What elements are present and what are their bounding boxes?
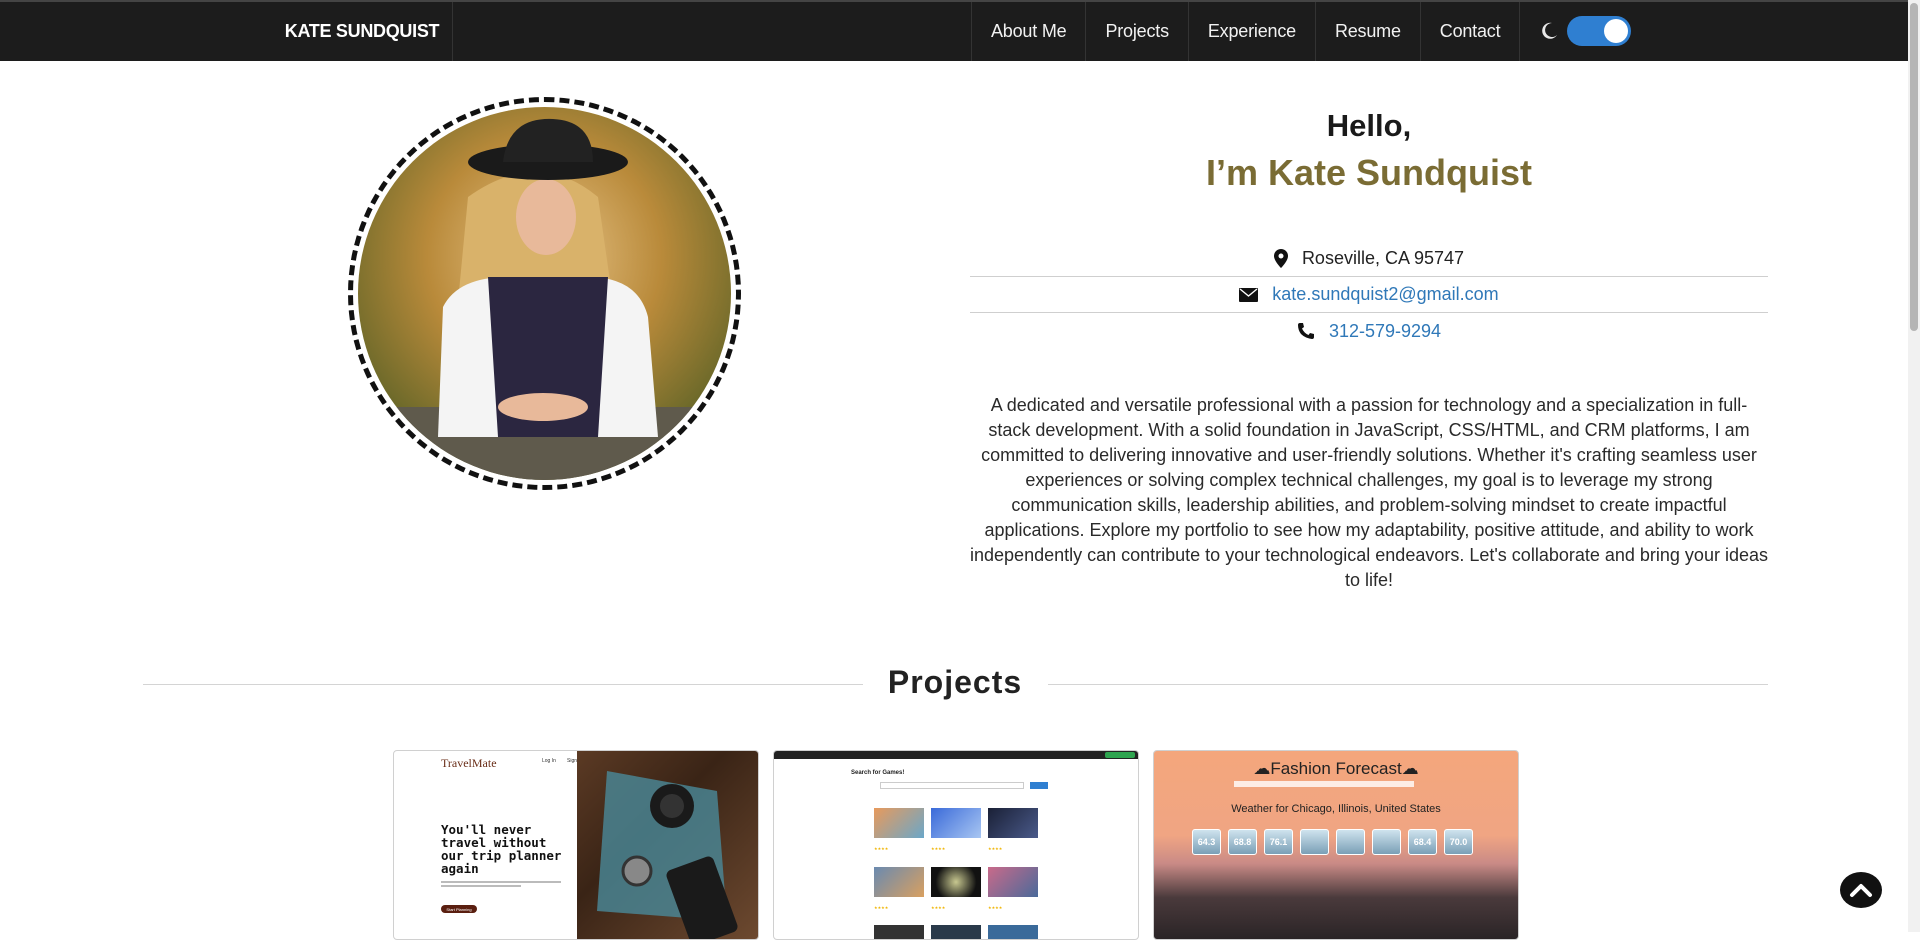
- game-tile: [988, 867, 1038, 897]
- back-to-top-button[interactable]: [1840, 872, 1882, 908]
- forecast-day: [1336, 829, 1365, 855]
- navbar: KATE SUNDQUIST About Me Projects Experie…: [0, 0, 1908, 61]
- projects-heading: Projects: [887, 664, 1023, 700]
- card-headline: You'll never travel without our trip pla…: [441, 822, 562, 876]
- contact-info: Roseville, CA 95747 kate.sundquist2@gmai…: [970, 241, 1768, 349]
- card-button: Start Planning: [441, 905, 477, 913]
- forecast-day: [1372, 829, 1401, 855]
- nav-link-about[interactable]: About Me: [971, 2, 1085, 61]
- game-tile: [988, 925, 1038, 939]
- card-screenshot: [577, 751, 758, 939]
- rating-stars: ★★★★: [931, 846, 946, 851]
- contact-location: Roseville, CA 95747: [970, 241, 1768, 277]
- bio-paragraph: A dedicated and versatile professional w…: [970, 395, 1768, 590]
- forecast-day: 68.4: [1408, 829, 1437, 855]
- rating-stars: ★★★★: [874, 905, 889, 910]
- location-text: Roseville, CA 95747: [1301, 248, 1465, 268]
- email-link[interactable]: kate.sundquist2@gmail.com: [1272, 284, 1498, 305]
- brand-logo[interactable]: KATE SUNDQUIST: [272, 2, 453, 61]
- forecast-day: 76.1: [1264, 829, 1293, 855]
- forecast-day: 70.0: [1444, 829, 1473, 855]
- card-topbar: [774, 751, 1138, 759]
- game-tile: [931, 867, 981, 897]
- card-topbar-button: [1105, 752, 1135, 758]
- card-title-text: Fashion Forecast: [1270, 759, 1402, 778]
- contact-phone: 312-579-9294: [970, 313, 1768, 349]
- forecast-day: 68.8: [1228, 829, 1257, 855]
- phone-icon: [1297, 323, 1314, 339]
- game-tile: [931, 808, 981, 838]
- toggle-knob: [1604, 19, 1628, 43]
- rating-stars: ★★★★: [931, 905, 946, 910]
- nav-link-contact[interactable]: Contact: [1419, 2, 1521, 61]
- game-tile: [874, 925, 924, 939]
- map-marker-icon: [1273, 249, 1288, 268]
- card-search-button: [1030, 782, 1048, 789]
- envelope-icon: [1239, 287, 1259, 302]
- hero-name: I’m Kate Sundquist: [1205, 152, 1533, 193]
- card-title: ☁Fashion Forecast☁: [1253, 759, 1419, 778]
- project-card-game-search[interactable]: Search for Games! ★★★★ ★★★★ ★★★★ ★★★★ ★★…: [773, 750, 1139, 940]
- phone-link[interactable]: 312-579-9294: [1329, 321, 1441, 342]
- card-title: Search for Games!: [851, 770, 905, 776]
- card-search-bar: [880, 782, 1024, 789]
- section-divider-left: [143, 684, 863, 685]
- nav-link-projects[interactable]: Projects: [1085, 2, 1187, 61]
- dark-mode-toggle[interactable]: [1567, 16, 1631, 46]
- nav-link-experience[interactable]: Experience: [1187, 2, 1315, 61]
- rating-stars: ★★★★: [988, 846, 1003, 851]
- nav-link-resume[interactable]: Resume: [1314, 2, 1420, 61]
- project-card-travelmate[interactable]: TravelMate Log In Sign Up You'll never t…: [393, 750, 759, 940]
- section-divider-right: [1048, 684, 1768, 685]
- card-subtitle: Weather for Chicago, Illinois, United St…: [1231, 803, 1441, 815]
- card-logo: TravelMate: [441, 756, 497, 770]
- forecast-day: 64.3: [1192, 829, 1221, 855]
- forecast-day: [1300, 829, 1329, 855]
- profile-photo: [358, 107, 731, 480]
- theme-toggle: [1539, 16, 1631, 46]
- nav-links: About Me Projects Experience Resume Cont…: [971, 2, 1521, 61]
- game-tile: [874, 808, 924, 838]
- game-tile: [931, 925, 981, 939]
- profile-photo-frame: [348, 97, 741, 490]
- project-card-fashion-forecast[interactable]: ☁Fashion Forecast☁ Weather for Chicago, …: [1153, 750, 1519, 940]
- contact-email: kate.sundquist2@gmail.com: [970, 277, 1768, 313]
- hero-greeting: Hello,: [1326, 108, 1412, 143]
- game-tile: [874, 867, 924, 897]
- game-tile: [988, 808, 1038, 838]
- scrollbar-thumb[interactable]: [1910, 3, 1918, 331]
- moon-icon: [1542, 22, 1557, 39]
- page-scrollbar[interactable]: [1908, 0, 1920, 932]
- card-nav-login: Log In: [542, 758, 556, 764]
- chevron-up-icon: [1850, 884, 1872, 897]
- rating-stars: ★★★★: [874, 846, 889, 851]
- card-subtext: [441, 881, 561, 887]
- rating-stars: ★★★★: [988, 905, 1003, 910]
- card-search-bar: [1234, 781, 1414, 787]
